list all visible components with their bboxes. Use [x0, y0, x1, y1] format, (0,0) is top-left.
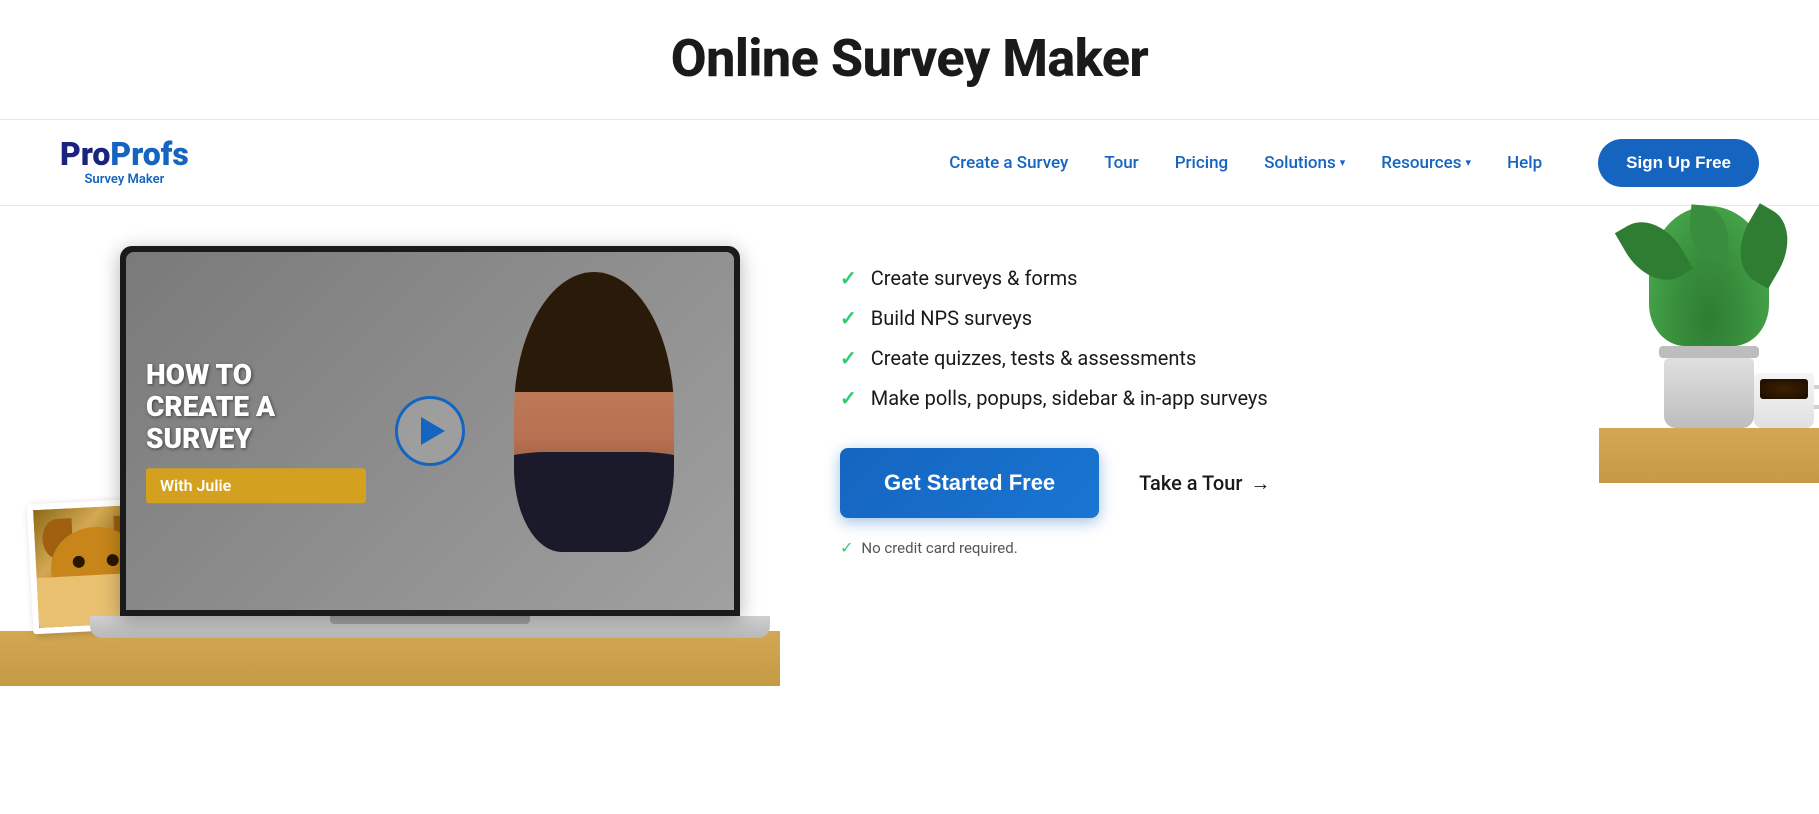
video-subtitle-text: With Julie [160, 476, 231, 495]
nav-help[interactable]: Help [1507, 153, 1542, 173]
list-item: ✓ Make polls, popups, sidebar & in-app s… [840, 386, 1519, 410]
logo-pro: Pro [60, 135, 110, 173]
video-subtitle-bar: With Julie [146, 468, 366, 503]
resources-chevron-icon: ▾ [1466, 156, 1472, 169]
list-item: ✓ Build NPS surveys [840, 306, 1519, 330]
page-title: Online Survey Maker [0, 28, 1819, 89]
plant-leaf-2 [1725, 203, 1803, 289]
feature-text-2: Build NPS surveys [871, 306, 1032, 330]
mug-handle [1814, 385, 1819, 409]
logo[interactable]: ProProfs Survey Maker [60, 138, 189, 187]
check-icon-3: ✓ [840, 346, 857, 370]
nav-tour[interactable]: Tour [1104, 153, 1138, 173]
logo-text: ProProfs [60, 138, 189, 170]
list-item: ✓ Create quizzes, tests & assessments [840, 346, 1519, 370]
no-card-check-icon: ✓ [840, 538, 853, 557]
nav-links: Create a Survey Tour Pricing Solutions ▾… [949, 139, 1759, 187]
mug-body [1754, 373, 1814, 428]
hero-section: HOW TO CREATE A SURVEY With Julie [0, 206, 1819, 686]
laptop-hinge [330, 616, 530, 624]
check-icon-2: ✓ [840, 306, 857, 330]
plant-leaf-1 [1615, 208, 1693, 294]
mug-coffee [1760, 379, 1808, 399]
hero-left: HOW TO CREATE A SURVEY With Julie [0, 206, 780, 686]
person-shoulders [514, 452, 674, 552]
video-title: HOW TO CREATE A SURVEY [146, 359, 366, 456]
hero-decoration [1599, 206, 1819, 483]
feature-text-1: Create surveys & forms [871, 266, 1078, 290]
laptop: HOW TO CREATE A SURVEY With Julie [120, 246, 780, 638]
video-text-area: HOW TO CREATE A SURVEY With Julie [146, 359, 366, 503]
take-a-tour-link[interactable]: Take a Tour → [1139, 471, 1270, 496]
tour-label: Take a Tour [1139, 471, 1242, 495]
desk [0, 631, 780, 686]
screen-content: HOW TO CREATE A SURVEY With Julie [126, 252, 734, 610]
check-icon-1: ✓ [840, 266, 857, 290]
dog-eye-right [106, 554, 119, 567]
feature-list: ✓ Create surveys & forms ✓ Build NPS sur… [840, 266, 1519, 410]
nav-resources[interactable]: Resources ▾ [1381, 153, 1471, 173]
desk-right [1599, 428, 1819, 483]
no-card-text: No credit card required. [861, 539, 1017, 557]
solutions-chevron-icon: ▾ [1340, 156, 1346, 169]
no-card-row: ✓ No credit card required. [840, 538, 1519, 557]
check-icon-4: ✓ [840, 386, 857, 410]
nav-pricing[interactable]: Pricing [1175, 153, 1229, 173]
cta-row: Get Started Free Take a Tour → [840, 448, 1519, 518]
plant-leaves [1649, 206, 1769, 346]
person-hair [514, 272, 674, 392]
coffee-mug [1754, 373, 1814, 428]
top-title-bar: Online Survey Maker [0, 0, 1819, 120]
feature-text-4: Make polls, popups, sidebar & in-app sur… [871, 386, 1268, 410]
hero-right: ✓ Create surveys & forms ✓ Build NPS sur… [780, 206, 1599, 617]
dog-eye-left [72, 556, 85, 569]
tour-arrow-icon: → [1250, 471, 1270, 496]
person-figure [514, 272, 674, 552]
pot-body [1664, 358, 1754, 428]
feature-text-3: Create quizzes, tests & assessments [871, 346, 1197, 370]
list-item: ✓ Create surveys & forms [840, 266, 1519, 290]
laptop-screen: HOW TO CREATE A SURVEY With Julie [120, 246, 740, 616]
signup-button[interactable]: Sign Up Free [1598, 139, 1759, 187]
navbar: ProProfs Survey Maker Create a Survey To… [0, 120, 1819, 206]
laptop-base [90, 616, 770, 638]
get-started-button[interactable]: Get Started Free [840, 448, 1099, 518]
plant-leaf-3 [1687, 204, 1732, 262]
play-triangle-icon [421, 417, 445, 445]
nav-solutions[interactable]: Solutions ▾ [1264, 153, 1345, 173]
play-button[interactable] [395, 396, 465, 466]
logo-profs: Profs [110, 135, 188, 173]
pot-rim [1659, 346, 1759, 358]
logo-subtitle: Survey Maker [60, 172, 189, 187]
plant-pot [1649, 206, 1769, 428]
nav-create-survey[interactable]: Create a Survey [949, 153, 1068, 173]
